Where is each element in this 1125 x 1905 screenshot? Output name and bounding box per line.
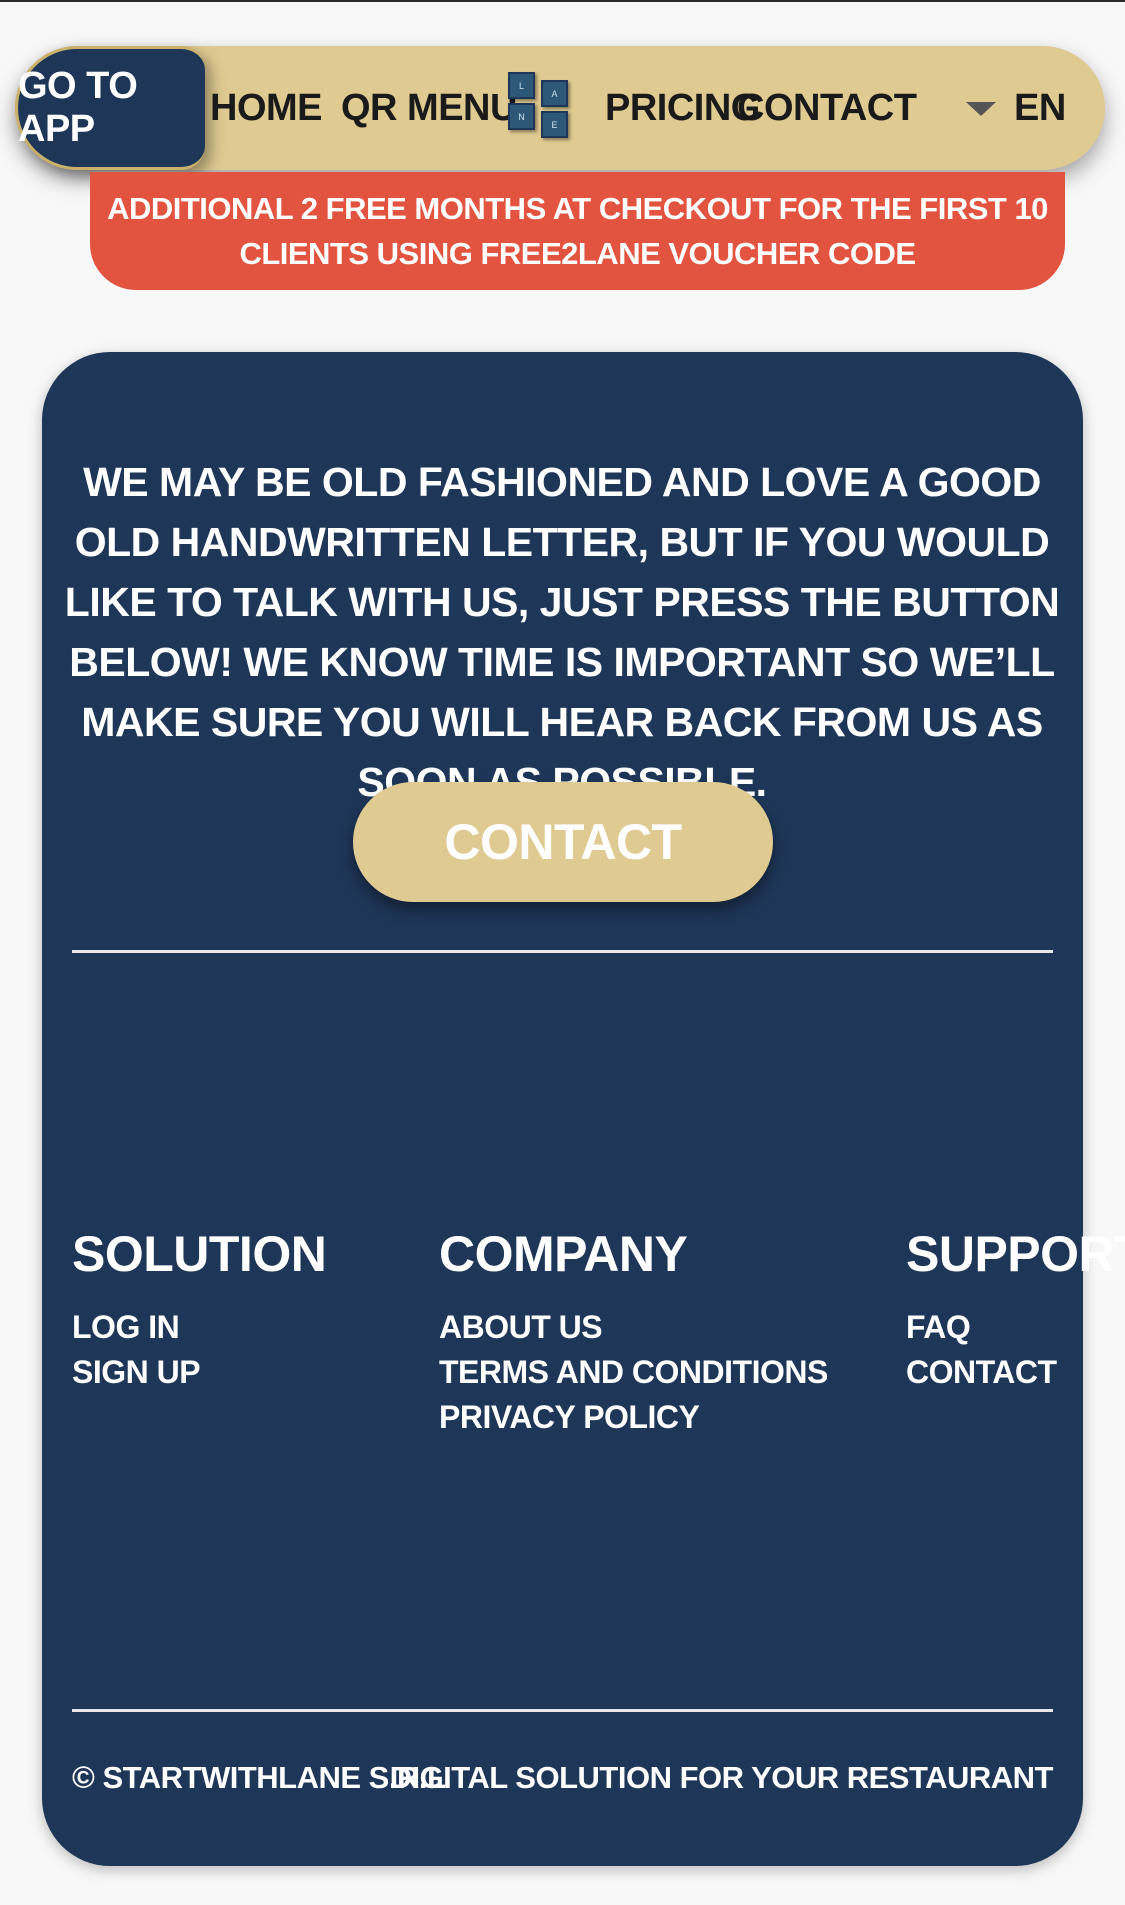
promo-banner: ADDITIONAL 2 FREE MONTHS AT CHECKOUT FOR… — [90, 172, 1065, 290]
footer-link-log-in[interactable]: LOG IN — [72, 1305, 200, 1350]
logo-letter: E — [541, 111, 568, 138]
nav-qr-menu[interactable]: QR MENU — [341, 46, 517, 170]
logo-letter: L — [508, 72, 535, 99]
footer-solution-title: SOLUTION — [72, 1226, 327, 1282]
footer-link-sign-up[interactable]: SIGN UP — [72, 1350, 201, 1395]
footer-link-terms[interactable]: TERMS AND CONDITIONS — [439, 1350, 828, 1395]
tagline: DIGITAL SOLUTION FOR YOUR RESTAURANT — [389, 1760, 1054, 1795]
contact-button[interactable]: CONTACT — [353, 782, 773, 902]
lane-logo[interactable]: L A N E — [508, 72, 572, 142]
promo-text: ADDITIONAL 2 FREE MONTHS AT CHECKOUT FOR… — [107, 191, 1048, 271]
nav-contact[interactable]: CONTACT — [737, 46, 917, 170]
go-to-app-button[interactable]: GO TO APP — [15, 46, 205, 170]
chevron-down-icon[interactable] — [966, 102, 996, 116]
top-divider — [0, 0, 1125, 2]
footer-support-title: SUPPORT — [906, 1226, 1125, 1282]
divider — [72, 950, 1053, 953]
contact-intro-text: WE MAY BE OLD FASHIONED AND LOVE A GOOD … — [64, 459, 1060, 805]
nav-home[interactable]: HOME — [210, 46, 323, 170]
footer-company-links: ABOUT US TERMS AND CONDITIONS PRIVACY PO… — [439, 1305, 828, 1440]
footer-link-contact[interactable]: CONTACT — [906, 1350, 1057, 1395]
language-selector[interactable]: EN — [1014, 46, 1066, 170]
footer-company-title: COMPANY — [439, 1226, 688, 1282]
footer-link-about-us[interactable]: ABOUT US — [439, 1305, 828, 1350]
logo-letter: N — [508, 103, 535, 130]
footer-link-faq[interactable]: FAQ — [906, 1305, 1057, 1350]
footer-solution-links: LOG IN SIGN UP — [72, 1305, 201, 1395]
logo-letter: A — [541, 80, 568, 107]
footer-link-privacy[interactable]: PRIVACY POLICY — [439, 1395, 828, 1440]
divider — [72, 1709, 1053, 1712]
footer-support-links: FAQ CONTACT — [906, 1305, 1057, 1395]
